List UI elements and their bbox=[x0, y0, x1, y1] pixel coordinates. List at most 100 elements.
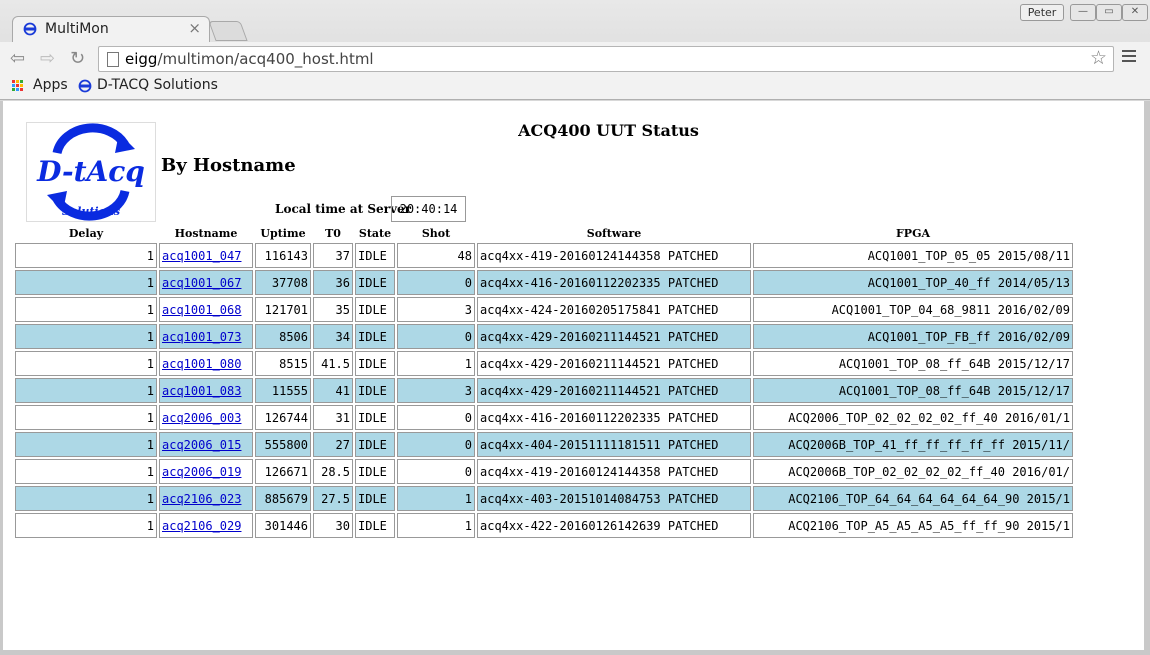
cell-t0: 31 bbox=[313, 405, 353, 430]
cell-t0: 41.5 bbox=[313, 351, 353, 376]
hostname-link[interactable]: acq1001_068 bbox=[162, 303, 241, 317]
table-row: 1 acq1001_083 11555 41 IDLE 3 acq4xx-429-20160… bbox=[15, 378, 1073, 403]
hostname-link[interactable]: acq2106_023 bbox=[162, 492, 241, 506]
cell-uptime: 11555 bbox=[255, 378, 311, 403]
user-profile-button[interactable]: Peter bbox=[1020, 4, 1064, 21]
cell-uptime: 301446 bbox=[255, 513, 311, 538]
table-row: 1 acq1001_067 37708 36 IDLE 0 acq4xx-416-20160… bbox=[15, 270, 1073, 295]
cell-shot: 0 bbox=[397, 270, 475, 295]
cell-fpga: ACQ1001_TOP_08_ff_64B 2015/12/17 bbox=[753, 351, 1073, 376]
cell-state: IDLE bbox=[355, 486, 395, 511]
page-title: ACQ400 UUT Status bbox=[518, 121, 699, 140]
cell-delay: 1 bbox=[15, 270, 157, 295]
cell-host: acq1001_080 bbox=[159, 351, 253, 376]
hostname-link[interactable]: acq2006_015 bbox=[162, 438, 241, 452]
cell-fpga: ACQ2006B_TOP_02_02_02_02_ff_40 2016/01/ bbox=[753, 459, 1073, 484]
cell-host: acq2106_023 bbox=[159, 486, 253, 511]
apps-grid-icon bbox=[12, 80, 24, 92]
bookmarks-bar: Apps D-TACQ Solutions bbox=[0, 74, 1150, 100]
cell-t0: 28.5 bbox=[313, 459, 353, 484]
cell-uptime: 121701 bbox=[255, 297, 311, 322]
forward-icon[interactable]: ⇨ bbox=[40, 48, 55, 69]
cell-shot: 0 bbox=[397, 459, 475, 484]
local-time-value: 20:40:14 bbox=[391, 196, 466, 222]
cell-t0: 34 bbox=[313, 324, 353, 349]
cell-delay: 1 bbox=[15, 351, 157, 376]
maximize-icon[interactable]: ▭ bbox=[1096, 4, 1122, 21]
cell-fpga: ACQ2106_TOP_A5_A5_A5_A5_ff_ff_90 2015/1 bbox=[753, 513, 1073, 538]
cell-shot: 3 bbox=[397, 297, 475, 322]
cell-software: acq4xx-416-20160112202335 PATCHED bbox=[477, 270, 751, 295]
cell-software: acq4xx-419-20160124144358 PATCHED bbox=[477, 459, 751, 484]
url-text: eigg/multimon/acq400_host.html bbox=[125, 50, 374, 68]
cell-state: IDLE bbox=[355, 405, 395, 430]
bookmark-apps[interactable]: Apps bbox=[33, 77, 68, 93]
cell-delay: 1 bbox=[15, 243, 157, 268]
cell-software: acq4xx-419-20160124144358 PATCHED bbox=[477, 243, 751, 268]
cell-host: acq2006_015 bbox=[159, 432, 253, 457]
cell-software: acq4xx-429-20160211144521 PATCHED bbox=[477, 324, 751, 349]
cell-shot: 1 bbox=[397, 486, 475, 511]
close-window-icon[interactable]: ✕ bbox=[1122, 4, 1148, 21]
cell-software: acq4xx-416-20160112202335 PATCHED bbox=[477, 405, 751, 430]
dtacq-bookmark-icon bbox=[78, 79, 92, 93]
hostname-link[interactable]: acq1001_083 bbox=[162, 384, 241, 398]
table-row: 1 acq1001_080 8515 41.5 IDLE 1 acq4xx-429-2016… bbox=[15, 351, 1073, 376]
cell-software: acq4xx-404-20151111181511 PATCHED bbox=[477, 432, 751, 457]
new-tab-button[interactable] bbox=[208, 21, 248, 41]
table-row: 1 acq2106_023 885679 27.5 IDLE 1 acq4xx-403-20… bbox=[15, 486, 1073, 511]
col-hostname: Hostname bbox=[174, 226, 238, 240]
cell-uptime: 126744 bbox=[255, 405, 311, 430]
cell-delay: 1 bbox=[15, 297, 157, 322]
cell-uptime: 8506 bbox=[255, 324, 311, 349]
table-row: 1 acq2006_019 126671 28.5 IDLE 0 acq4xx-419-20… bbox=[15, 459, 1073, 484]
cell-host: acq1001_067 bbox=[159, 270, 253, 295]
hostname-link[interactable]: acq1001_067 bbox=[162, 276, 241, 290]
cell-state: IDLE bbox=[355, 513, 395, 538]
reload-icon[interactable]: ↻ bbox=[70, 48, 85, 69]
cell-fpga: ACQ1001_TOP_08_ff_64B 2015/12/17 bbox=[753, 378, 1073, 403]
bookmark-dtacq[interactable]: D-TACQ Solutions bbox=[97, 77, 218, 93]
cell-state: IDLE bbox=[355, 378, 395, 403]
hostname-link[interactable]: acq2106_029 bbox=[162, 519, 241, 533]
col-state: State bbox=[358, 226, 392, 240]
cell-t0: 36 bbox=[313, 270, 353, 295]
col-delay: Delay bbox=[68, 226, 104, 240]
cell-delay: 1 bbox=[15, 324, 157, 349]
cell-fpga: ACQ2006_TOP_02_02_02_02_ff_40 2016/01/1 bbox=[753, 405, 1073, 430]
table-row: 1 acq2106_029 301446 30 IDLE 1 acq4xx-422-2016… bbox=[15, 513, 1073, 538]
col-t0: T0 bbox=[325, 226, 341, 240]
cell-fpga: ACQ2106_TOP_64_64_64_64_64_64_90 2015/1 bbox=[753, 486, 1073, 511]
cell-software: acq4xx-403-20151014084753 PATCHED bbox=[477, 486, 751, 511]
cell-host: acq1001_047 bbox=[159, 243, 253, 268]
tab-multimon[interactable]: MultiMon × bbox=[12, 16, 210, 43]
cell-state: IDLE bbox=[355, 351, 395, 376]
cell-software: acq4xx-424-20160205175841 PATCHED bbox=[477, 297, 751, 322]
hostname-link[interactable]: acq1001_047 bbox=[162, 249, 241, 263]
cell-uptime: 885679 bbox=[255, 486, 311, 511]
page-subtitle: By Hostname bbox=[161, 155, 296, 176]
minimize-icon[interactable]: — bbox=[1070, 4, 1096, 21]
browser-chrome: MultiMon × Peter — ▭ ✕ ⇦ ⇨ ↻ eigg/multim… bbox=[0, 0, 1150, 101]
cell-shot: 0 bbox=[397, 324, 475, 349]
tab-close-icon[interactable]: × bbox=[188, 19, 201, 37]
cell-software: acq4xx-429-20160211144521 PATCHED bbox=[477, 351, 751, 376]
cell-fpga: ACQ1001_TOP_04_68_9811 2016/02/09 bbox=[753, 297, 1073, 322]
cell-state: IDLE bbox=[355, 297, 395, 322]
back-icon[interactable]: ⇦ bbox=[10, 48, 25, 69]
hostname-link[interactable]: acq2006_003 bbox=[162, 411, 241, 425]
cell-state: IDLE bbox=[355, 243, 395, 268]
hostname-link[interactable]: acq2006_019 bbox=[162, 465, 241, 479]
cell-host: acq1001_083 bbox=[159, 378, 253, 403]
dtacq-favicon bbox=[23, 22, 37, 36]
cell-t0: 41 bbox=[313, 378, 353, 403]
address-bar[interactable]: eigg/multimon/acq400_host.html ☆ bbox=[98, 46, 1114, 72]
star-icon[interactable]: ☆ bbox=[1090, 47, 1107, 69]
hostname-link[interactable]: acq1001_073 bbox=[162, 330, 241, 344]
cell-uptime: 116143 bbox=[255, 243, 311, 268]
menu-icon[interactable] bbox=[1122, 50, 1136, 65]
cell-shot: 0 bbox=[397, 432, 475, 457]
navigation-bar: ⇦ ⇨ ↻ eigg/multimon/acq400_host.html ☆ bbox=[0, 42, 1150, 74]
hostname-link[interactable]: acq1001_080 bbox=[162, 357, 241, 371]
cell-host: acq1001_068 bbox=[159, 297, 253, 322]
